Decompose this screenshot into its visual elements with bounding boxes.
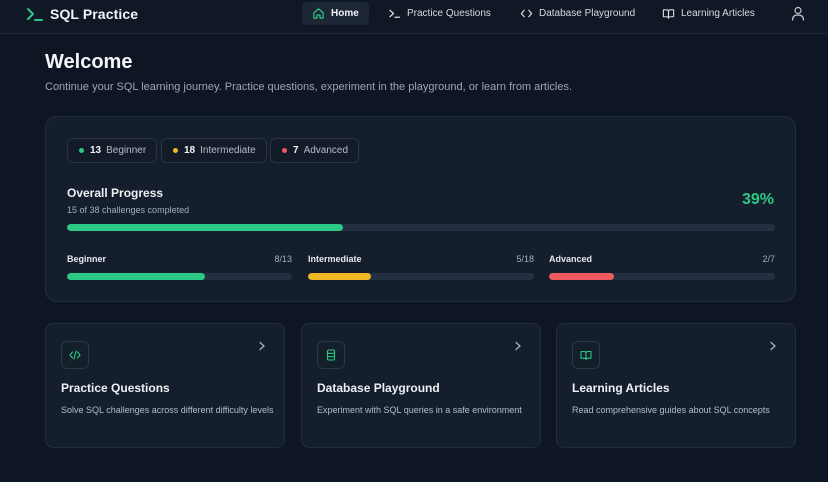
progress-card: 13 Beginner 18 Intermediate 7 Advanced O… xyxy=(45,116,796,302)
level-label-beginner: Beginner xyxy=(67,254,107,264)
overall-progress-subtitle: 15 of 38 challenges completed xyxy=(67,205,190,215)
overall-progress-fill xyxy=(67,224,344,231)
chip-intermediate: 18 Intermediate xyxy=(161,138,267,163)
feature-title: Database Playground xyxy=(317,381,440,395)
level-count-beginner: 8/13 xyxy=(274,254,292,264)
chip-label: Advanced xyxy=(303,145,349,156)
brand-name: SQL Practice xyxy=(50,6,139,22)
status-dot xyxy=(282,148,287,153)
level-progress-fill xyxy=(67,273,206,280)
nav-item-learning-articles[interactable]: Learning Articles xyxy=(652,2,765,25)
level-progress-fill xyxy=(308,273,371,280)
chip-count: 7 xyxy=(293,145,299,156)
top-navbar: SQL Practice Home Practice Questions Dat… xyxy=(0,0,828,34)
nav-item-label: Home xyxy=(331,8,359,19)
feature-card-learning-articles[interactable]: Learning Articles Read comprehensive gui… xyxy=(556,323,796,448)
nav-item-home[interactable]: Home xyxy=(302,2,369,25)
feature-icon-box xyxy=(61,341,89,369)
chevron-right-icon xyxy=(770,341,776,351)
chevron-right-icon xyxy=(515,341,521,351)
level-label-advanced: Advanced xyxy=(549,254,593,264)
level-progress-bar-advanced xyxy=(549,273,775,280)
feature-card-database-playground[interactable]: Database Playground Experiment with SQL … xyxy=(301,323,541,448)
level-progress-bar-intermediate xyxy=(308,273,534,280)
chip-count: 13 xyxy=(90,145,102,156)
nav-item-database-playground[interactable]: Database Playground xyxy=(510,2,645,25)
feature-title: Practice Questions xyxy=(61,381,170,395)
page-subtitle: Continue your SQL learning journey. Prac… xyxy=(45,81,573,93)
feature-icon-box xyxy=(317,341,345,369)
user-icon[interactable] xyxy=(791,6,805,21)
chip-advanced: 7 Advanced xyxy=(270,138,360,163)
terminal-icon xyxy=(389,9,401,18)
chip-label: Intermediate xyxy=(200,145,256,156)
level-label-intermediate: Intermediate xyxy=(308,254,362,264)
feature-description: Read comprehensive guides about SQL conc… xyxy=(572,405,770,415)
chevron-right-icon xyxy=(259,341,265,351)
feature-card-practice-questions[interactable]: Practice Questions Solve SQL challenges … xyxy=(45,323,285,448)
feature-description: Solve SQL challenges across different di… xyxy=(61,405,274,415)
book-icon xyxy=(662,9,675,19)
code-icon xyxy=(69,350,81,360)
book-open-icon xyxy=(580,350,592,361)
nav-item-practice-questions[interactable]: Practice Questions xyxy=(378,2,501,25)
status-dot xyxy=(173,148,178,153)
terminal-icon xyxy=(27,8,43,21)
level-progress-fill xyxy=(549,273,614,280)
home-icon xyxy=(313,8,324,19)
chip-label: Beginner xyxy=(106,145,147,156)
feature-title: Learning Articles xyxy=(572,381,670,395)
nav-item-label: Learning Articles xyxy=(681,8,755,19)
feature-icon-box xyxy=(572,341,600,369)
feature-description: Experiment with SQL queries in a safe en… xyxy=(317,405,522,415)
overall-progress-percent: 39% xyxy=(741,191,774,208)
level-count-intermediate: 5/18 xyxy=(516,254,534,264)
nav-item-label: Database Playground xyxy=(539,8,636,19)
page-title: Welcome xyxy=(45,51,133,73)
chip-beginner: 13 Beginner xyxy=(67,138,158,163)
overall-progress-title: Overall Progress xyxy=(67,186,164,200)
brand[interactable]: SQL Practice xyxy=(26,5,138,23)
code-icon xyxy=(520,9,533,18)
level-progress-bar-beginner xyxy=(67,273,292,280)
chip-count: 18 xyxy=(184,145,196,156)
overall-progress-bar xyxy=(67,224,775,231)
level-count-advanced: 2/7 xyxy=(762,254,775,264)
database-icon xyxy=(326,349,336,361)
status-dot xyxy=(79,148,84,153)
nav-item-label: Practice Questions xyxy=(407,8,491,19)
